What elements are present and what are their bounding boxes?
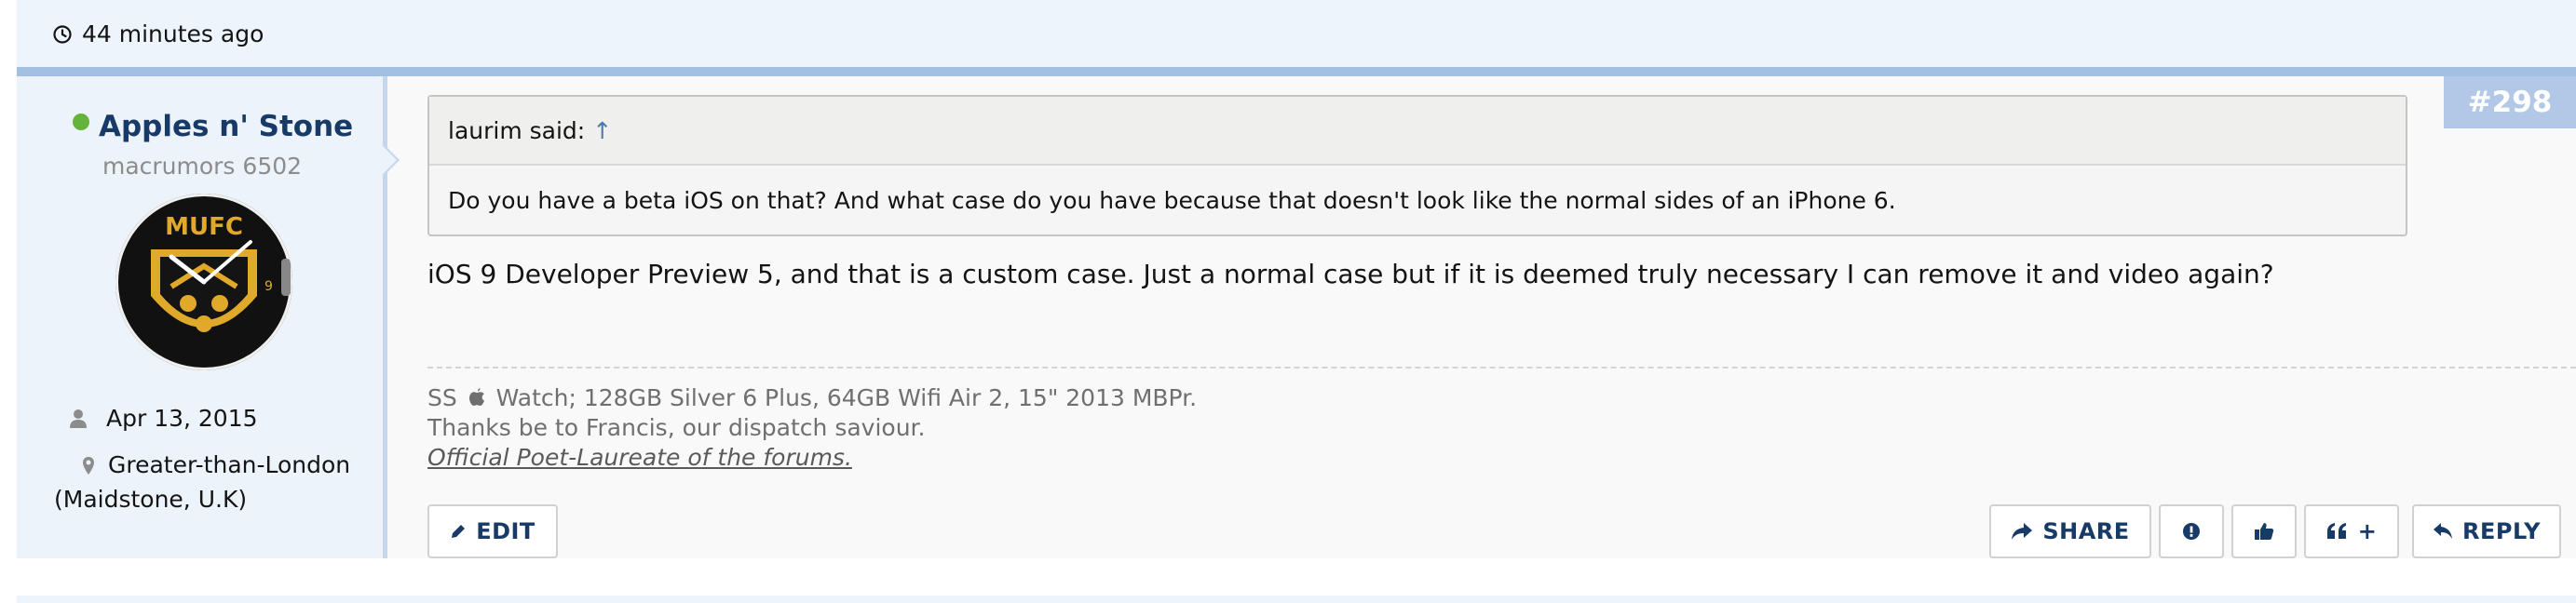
svg-text:9: 9: [264, 279, 273, 294]
quote-text: Do you have a beta iOS on that? And what…: [448, 186, 1896, 214]
signature-line-1: SS Watch; 128GB Silver 6 Plus, 64GB Wifi…: [427, 383, 1197, 413]
quote-header: laurim said: ↑: [429, 97, 2406, 166]
signature-divider: [427, 367, 2576, 368]
exclamation-icon: [2183, 523, 2200, 540]
post-header-strip: [17, 0, 2576, 67]
signature-device-list: Watch; 128GB Silver 6 Plus, 64GB Wifi Ai…: [495, 384, 1198, 411]
quote-block: laurim said: ↑ Do you have a beta iOS on…: [427, 95, 2407, 236]
apple-logo-icon: [468, 388, 484, 406]
userblock-arrow-fill: [383, 146, 397, 174]
edit-button[interactable]: EDIT: [427, 504, 558, 558]
thumbs-up-icon: [2255, 523, 2274, 540]
signature-line-2: Thanks be to Francis, our dispatch savio…: [427, 414, 926, 441]
multiquote-button[interactable]: +: [2304, 504, 2399, 558]
clock-icon: [53, 24, 72, 44]
quote-author: laurim said:: [448, 116, 586, 144]
quote-jump-link[interactable]: ↑: [592, 117, 612, 144]
reply-label: REPLY: [2462, 518, 2541, 544]
signature: SS Watch; 128GB Silver 6 Plus, 64GB Wifi…: [427, 383, 1197, 473]
pencil-icon: [452, 525, 466, 538]
online-status-indicator: [73, 114, 89, 130]
signature-link[interactable]: Official Poet-Laureate of the forums.: [427, 444, 852, 471]
username-link[interactable]: Apples n' Stone: [99, 110, 353, 143]
forum-post: Apples n' Stone macrumors 6502 MUFC 9 Ap…: [17, 67, 2576, 558]
user-icon: [69, 402, 88, 435]
location-row: Greater-than-London (Maidstone, U.K): [54, 449, 371, 516]
svg-text:MUFC: MUFC: [165, 213, 243, 241]
post-message: iOS 9 Developer Preview 5, and that is a…: [427, 259, 2274, 289]
location-value: Greater-than-London (Maidstone, U.K): [54, 451, 351, 513]
quote-icon: [2326, 523, 2346, 539]
location-text: Greater-than-London (Maidstone, U.K): [54, 449, 371, 516]
report-button[interactable]: [2159, 504, 2224, 558]
time-text: 44 minutes ago: [82, 20, 264, 47]
map-marker-icon: [82, 450, 95, 483]
post-separator: [17, 596, 2576, 603]
post-number-badge[interactable]: #298: [2444, 76, 2576, 128]
avatar[interactable]: MUFC 9: [115, 194, 292, 370]
share-button[interactable]: SHARE: [1989, 504, 2151, 558]
user-title: macrumors 6502: [102, 153, 303, 180]
edit-label: EDIT: [476, 518, 536, 544]
joined-date: Apr 13, 2015: [106, 405, 258, 432]
signature-prefix: SS: [427, 384, 457, 411]
user-info-panel: Apples n' Stone macrumors 6502 MUFC 9 Ap…: [17, 76, 387, 558]
joined-row: Apr 13, 2015: [69, 402, 258, 435]
post-time[interactable]: 44 minutes ago: [52, 20, 264, 47]
share-arrow-icon: [2012, 523, 2033, 540]
reply-arrow-icon: [2434, 523, 2453, 539]
avatar-watch-image: MUFC 9: [115, 194, 292, 370]
like-button[interactable]: [2231, 504, 2297, 558]
share-label: SHARE: [2042, 518, 2130, 544]
multiquote-plus: +: [2357, 518, 2378, 544]
reply-button[interactable]: REPLY: [2412, 504, 2561, 558]
